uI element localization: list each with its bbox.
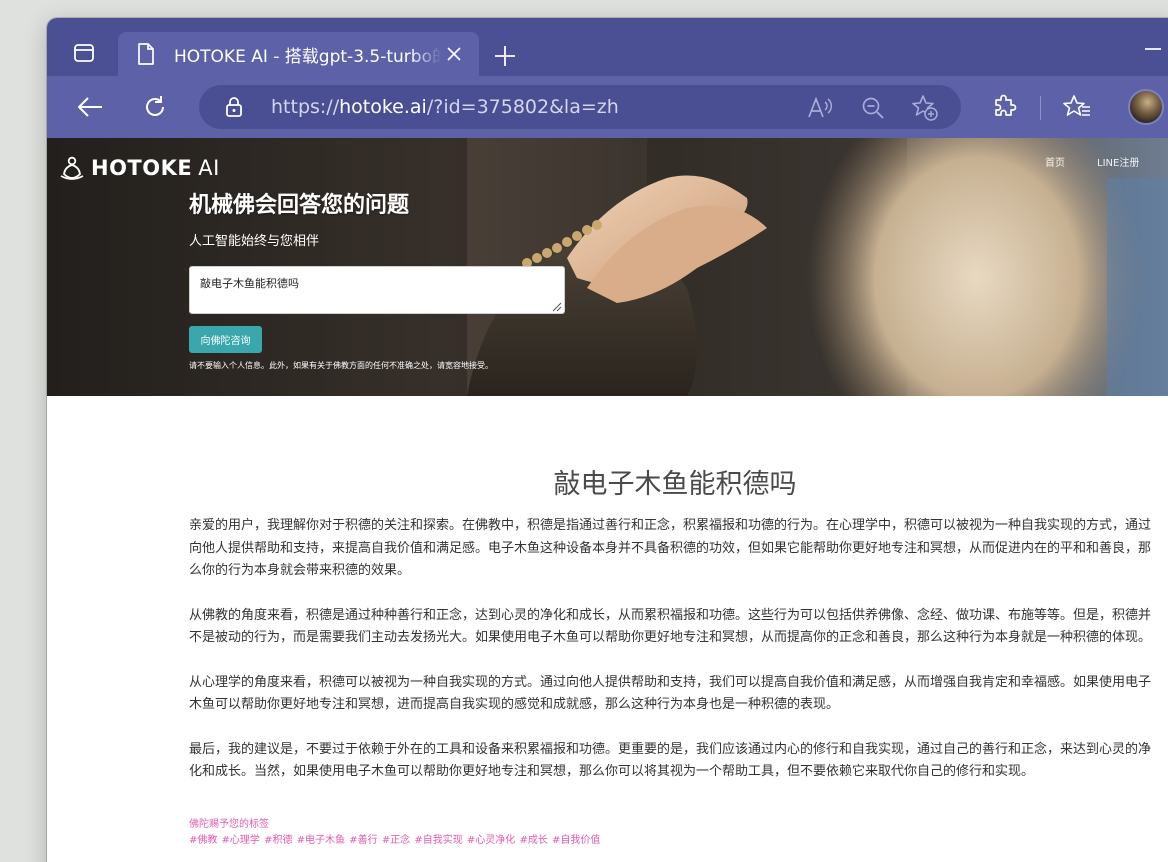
tag-list[interactable]: #佛教 #心理学 #积德 #电子木鱼 #善行 #正念 #自我实现 #心灵净化 #…	[189, 831, 600, 846]
resize-grip-icon[interactable]	[550, 300, 562, 312]
address-bar[interactable]: https://hotoke.ai/?id=375802&la=zh	[199, 85, 961, 129]
tab-actions-button[interactable]	[67, 36, 101, 70]
back-arrow-icon	[78, 97, 102, 117]
hero-subtitle: 人工智能始终与您相伴	[189, 234, 320, 249]
zoom-out-button[interactable]	[859, 94, 887, 122]
site-logo[interactable]: HOTOKE AI	[59, 155, 220, 181]
tab-hotoke[interactable]: HOTOKE AI - 搭载gpt-3.5-turbo的	[118, 32, 479, 76]
answer-section: 敲电子木鱼能积德吗 亲爱的用户，我理解你对于积德的关注和探索。在佛教中，积德是指…	[47, 396, 1168, 862]
question-input[interactable]: 敲电子木鱼能积德吗	[189, 266, 565, 314]
answer-paragraph: 亲爱的用户，我理解你对于积德的关注和探索。在佛教中，积德是指通过善行和正念，积累…	[189, 518, 1152, 578]
answer-paragraph: 从心理学的角度来看，积德可以被视为一种自我实现的方式。通过向他人提供帮助和支持，…	[189, 674, 1152, 713]
tags-label: 佛陀赐予您的标签	[189, 819, 269, 830]
url-path: /?id=375802&la=zh	[426, 96, 619, 118]
lock-icon[interactable]	[223, 96, 245, 118]
url-text[interactable]: https://hotoke.ai/?id=375802&la=zh	[271, 96, 619, 118]
toolbar-separator	[1040, 96, 1041, 120]
buddha-logo-icon	[60, 156, 84, 180]
profile-avatar[interactable]	[1128, 89, 1164, 125]
refresh-button[interactable]	[138, 90, 172, 124]
brand-name: HOTOKE	[91, 156, 193, 180]
nav-home-link[interactable]: 首页	[1045, 154, 1065, 169]
tab-title: HOTOKE AI - 搭载gpt-3.5-turbo的	[174, 46, 442, 67]
navigation-toolbar: https://hotoke.ai/?id=375802&la=zh	[47, 76, 1168, 138]
read-aloud-button[interactable]	[806, 94, 834, 122]
disclaimer-text: 请不要输入个人信息。此外，如果有关于佛教方面的任何不准确之处，请宽容地接受。	[189, 361, 493, 370]
title-bar: HOTOKE AI - 搭载gpt-3.5-turbo的	[47, 18, 1168, 76]
answer-body: 亲爱的用户，我理解你对于积德的关注和探索。在佛教中，积德是指通过善行和正念，积累…	[189, 515, 1161, 806]
tab-close-button[interactable]	[443, 43, 465, 65]
add-favorite-button[interactable]	[911, 94, 939, 122]
page-icon	[134, 42, 158, 66]
new-tab-button[interactable]	[491, 42, 519, 70]
url-scheme: https://	[271, 96, 340, 118]
favorites-icon	[1063, 95, 1090, 116]
ask-buddha-button[interactable]: 向佛陀咨询	[189, 326, 262, 353]
add-favorite-icon	[912, 95, 938, 121]
minimize-button[interactable]	[1145, 48, 1161, 50]
hero-title: 机械佛会回答您的问题	[189, 193, 410, 218]
answer-paragraph: 最后，我的建议是，不要过于依赖于外在的工具和设备来积累福报和功德。更重要的是，我…	[189, 741, 1152, 780]
browser-window: HOTOKE AI - 搭载gpt-3.5-turbo的 https://hot…	[47, 18, 1168, 862]
answer-title: 敲电子木鱼能积德吗	[553, 469, 797, 500]
close-icon	[447, 47, 461, 61]
nav-line-register-link[interactable]: LINE注册	[1097, 154, 1139, 169]
back-button[interactable]	[73, 90, 107, 124]
brand-ai: AI	[198, 156, 220, 180]
refresh-icon	[146, 96, 164, 116]
plus-icon	[495, 46, 515, 66]
answer-paragraph: 从佛教的角度来看，积德是通过种种善行和正念，达到心灵的净化和成长，从而累积福报和…	[189, 607, 1152, 646]
url-host: hotoke.ai	[339, 96, 427, 118]
zoom-out-icon	[862, 97, 884, 119]
favorites-button[interactable]	[1060, 90, 1094, 124]
tab-actions-icon	[74, 44, 94, 62]
extensions-button[interactable]	[987, 90, 1021, 124]
read-aloud-icon	[808, 96, 833, 118]
extensions-icon	[995, 94, 1017, 116]
hero-banner: HOTOKE AI 首页 LINE注册 机械佛会回答您的问题 人工智能始终与您相…	[47, 138, 1168, 396]
